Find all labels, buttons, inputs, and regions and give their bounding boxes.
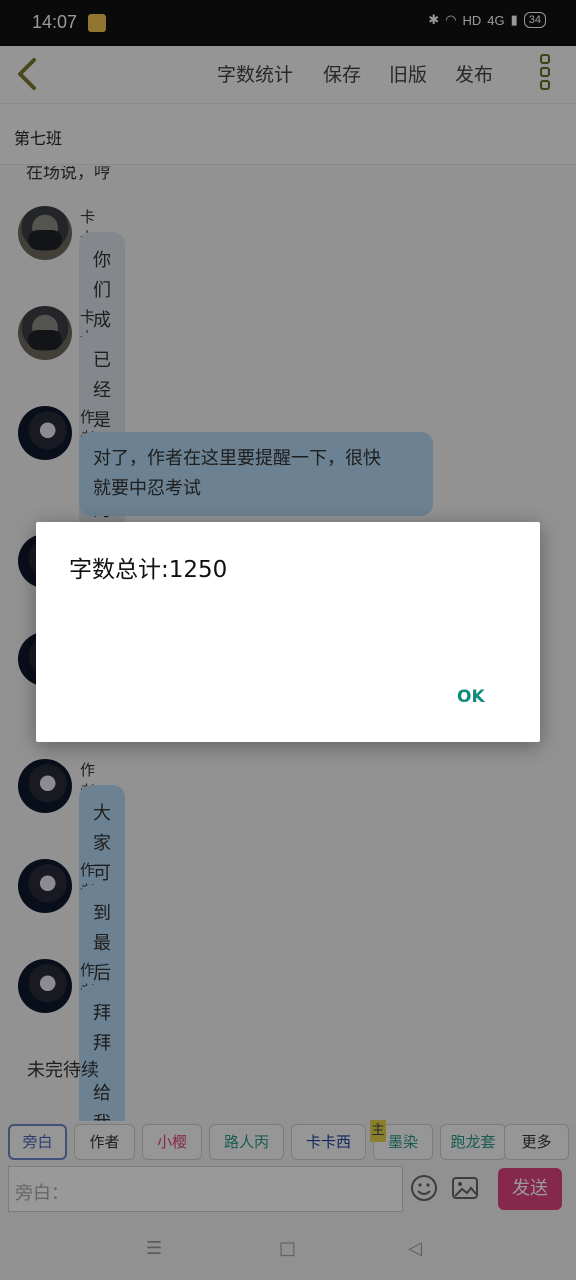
dialog-message: 字数总计:1250 <box>69 557 228 583</box>
ok-button[interactable]: OK <box>457 687 485 707</box>
word-count-dialog: 字数总计:1250 OK <box>36 522 540 742</box>
